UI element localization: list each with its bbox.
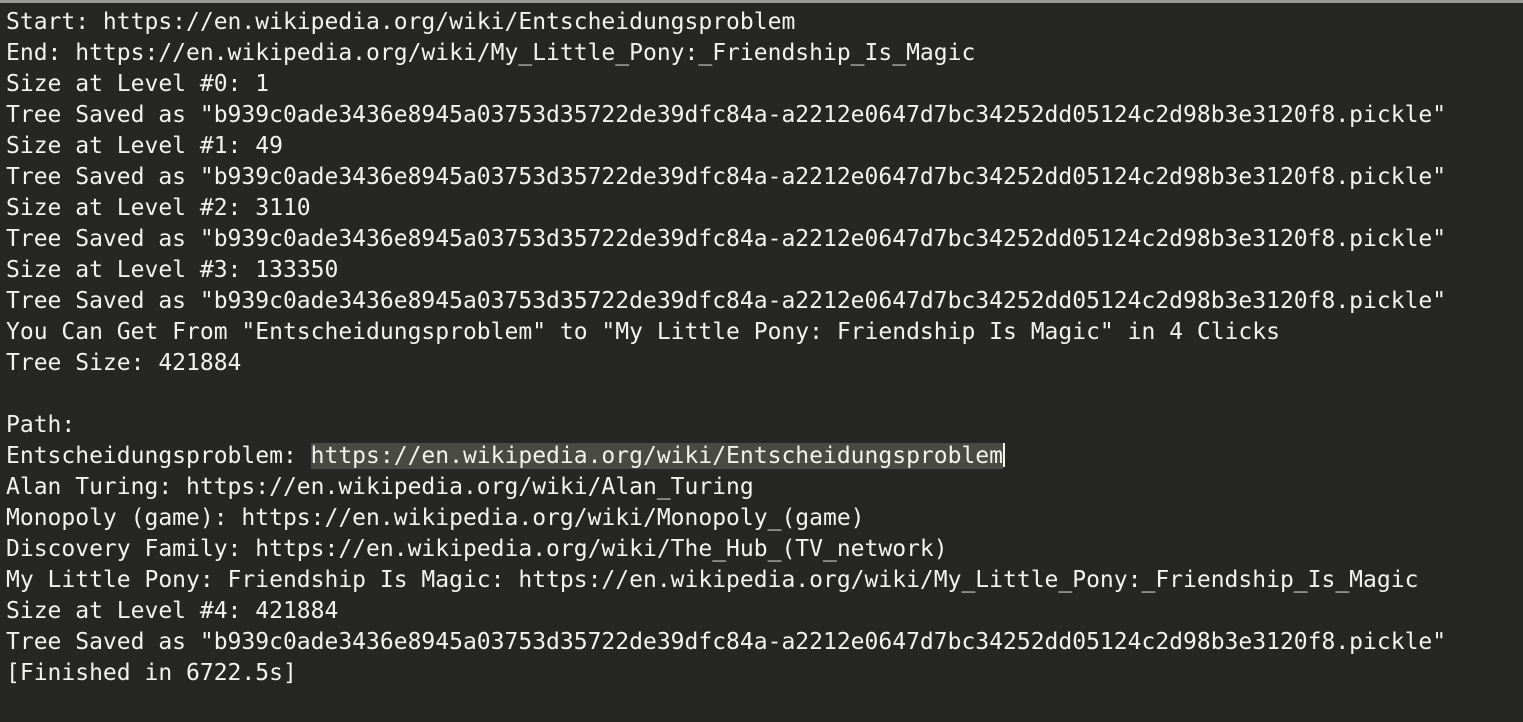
output-line-level-0-size: Size at Level #0: 1	[6, 71, 270, 97]
output-line-path-step-3: Monopoly (game): https://en.wikipedia.or…	[6, 505, 865, 531]
build-output-console[interactable]: Start: https://en.wikipedia.org/wiki/Ent…	[0, 0, 1523, 722]
output-line-path-step-2: Alan Turing: https://en.wikipedia.org/wi…	[6, 474, 754, 500]
output-line-tree-saved: Tree Saved as "b939c0ade3436e8945a03753d…	[6, 102, 1447, 128]
output-line-blank	[6, 379, 1523, 410]
output-line-end-url: End: https://en.wikipedia.org/wiki/My_Li…	[6, 40, 976, 66]
output-line-tree-saved: Tree Saved as "b939c0ade3436e8945a03753d…	[6, 226, 1447, 252]
output-line-level-2-size: Size at Level #2: 3110	[6, 195, 311, 221]
output-line-start-url: Start: https://en.wikipedia.org/wiki/Ent…	[6, 9, 796, 35]
path-step-label: Entscheidungsproblem:	[6, 443, 311, 469]
output-line-level-3-size: Size at Level #3: 133350	[6, 257, 339, 283]
output-line-result-summary: You Can Get From "Entscheidungsproblem" …	[6, 319, 1280, 345]
text-cursor	[1003, 443, 1005, 467]
output-line-tree-saved: Tree Saved as "b939c0ade3436e8945a03753d…	[6, 629, 1447, 655]
output-line-path-step-4: Discovery Family: https://en.wikipedia.o…	[6, 536, 948, 562]
output-line-path-step-5: My Little Pony: Friendship Is Magic: htt…	[6, 567, 1419, 593]
output-line-finished: [Finished in 6722.5s]	[6, 660, 297, 686]
output-line-path-step-1: Entscheidungsproblem: https://en.wikiped…	[6, 441, 1523, 472]
output-line-path-header: Path:	[6, 412, 76, 438]
output-line-level-1-size: Size at Level #1: 49	[6, 133, 283, 159]
output-line-tree-saved: Tree Saved as "b939c0ade3436e8945a03753d…	[6, 288, 1447, 314]
selected-text-url[interactable]: https://en.wikipedia.org/wiki/Entscheidu…	[310, 443, 1003, 469]
output-line-tree-saved: Tree Saved as "b939c0ade3436e8945a03753d…	[6, 164, 1447, 190]
output-line-tree-size: Tree Size: 421884	[6, 350, 242, 376]
output-line-level-4-size: Size at Level #4: 421884	[6, 598, 339, 624]
